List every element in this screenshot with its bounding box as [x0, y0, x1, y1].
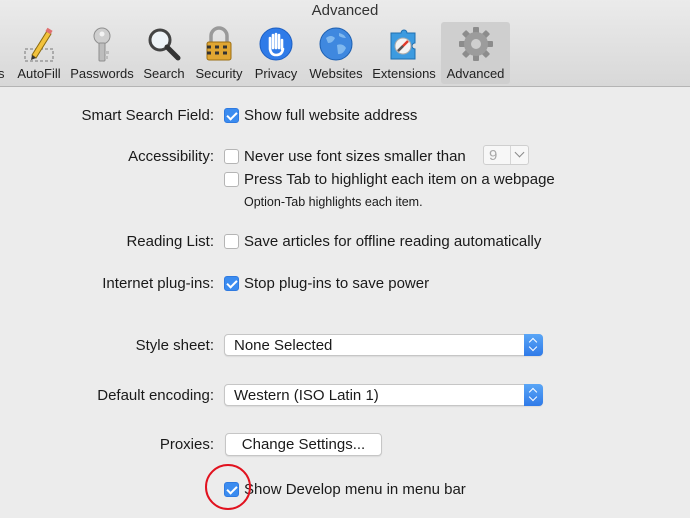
lock-icon: [206, 26, 232, 61]
encoding-select[interactable]: Western (ISO Latin 1): [224, 384, 543, 406]
tab-websites[interactable]: Websites: [305, 22, 367, 84]
option-tab-hint: Option-Tab highlights each item.: [244, 195, 423, 209]
smart-search-label: Smart Search Field:: [81, 107, 214, 124]
tab-passwords[interactable]: Passwords: [67, 22, 137, 84]
puzzle-icon: [390, 29, 416, 60]
tab-privacy[interactable]: Privacy: [251, 22, 301, 84]
offline-reading-checkbox[interactable]: [224, 234, 239, 249]
tab-highlight-checkbox[interactable]: [224, 172, 239, 187]
style-sheet-value: None Selected: [234, 337, 333, 354]
tab-general[interactable]: s: [0, 22, 8, 84]
tab-advanced[interactable]: Advanced: [441, 22, 510, 84]
style-sheet-label: Style sheet:: [135, 337, 214, 354]
min-font-size-value: 9: [489, 147, 498, 164]
accessibility-label: Accessibility:: [128, 148, 214, 165]
style-sheet-select[interactable]: None Selected: [224, 334, 543, 356]
tab-security[interactable]: Security: [191, 22, 247, 84]
magnifier-icon: [148, 28, 181, 61]
general-icon: [0, 25, 5, 63]
toolbar: Advanced s AutoFill Passwords Search Sec…: [0, 0, 690, 87]
window-title: Advanced: [311, 2, 379, 19]
tab-search[interactable]: Search: [140, 22, 188, 84]
encoding-value: Western (ISO Latin 1): [234, 387, 379, 404]
tab-highlight-text[interactable]: Press Tab to highlight each item on a we…: [244, 171, 555, 188]
show-full-address-checkbox[interactable]: [224, 108, 239, 123]
stop-plugins-text[interactable]: Stop plug-ins to save power: [244, 275, 429, 292]
stop-plugins-checkbox[interactable]: [224, 276, 239, 291]
tab-autofill[interactable]: AutoFill: [13, 22, 65, 84]
min-font-size-select[interactable]: 9: [483, 145, 529, 165]
globe-icon: [319, 27, 353, 61]
updown-arrows-icon: [524, 334, 543, 356]
chevron-down-icon: [514, 147, 525, 158]
updown-arrows-icon: [524, 384, 543, 406]
tab-extensions[interactable]: Extensions: [369, 22, 439, 84]
key-icon: [93, 27, 111, 62]
plugins-label: Internet plug-ins:: [102, 275, 214, 292]
select-divider: [510, 146, 511, 164]
change-settings-button[interactable]: Change Settings...: [225, 433, 382, 456]
gear-icon: [458, 27, 493, 61]
offline-reading-text[interactable]: Save articles for offline reading automa…: [244, 233, 541, 250]
show-full-address-text[interactable]: Show full website address: [244, 107, 417, 124]
min-font-size-checkbox[interactable]: [224, 149, 239, 164]
proxies-label: Proxies:: [159, 436, 214, 453]
encoding-label: Default encoding:: [97, 387, 214, 404]
show-develop-menu-text[interactable]: Show Develop menu in menu bar: [244, 481, 466, 498]
pencil-icon: [24, 27, 54, 62]
hand-icon: [259, 27, 293, 61]
reading-list-label: Reading List:: [126, 233, 214, 250]
min-font-size-text[interactable]: Never use font sizes smaller than: [244, 148, 466, 165]
annotation-circle: [205, 464, 251, 510]
